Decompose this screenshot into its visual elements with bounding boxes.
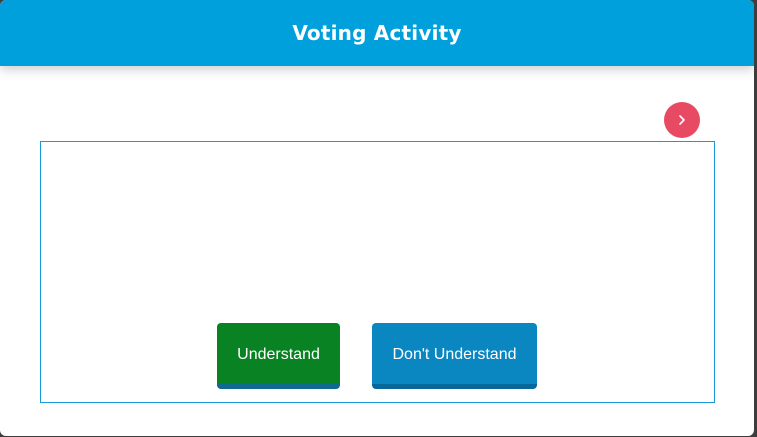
- app-header: Voting Activity: [0, 0, 754, 66]
- page-title: Voting Activity: [292, 21, 462, 45]
- app-window: Voting Activity Understand Don't Underst…: [0, 0, 754, 436]
- chevron-right-icon: [676, 114, 688, 126]
- understand-button[interactable]: Understand: [217, 323, 340, 389]
- understand-button-label: Understand: [237, 346, 320, 363]
- dont-understand-button[interactable]: Don't Understand: [372, 323, 537, 389]
- next-button[interactable]: [664, 102, 700, 138]
- dont-understand-button-label: Don't Understand: [392, 346, 517, 363]
